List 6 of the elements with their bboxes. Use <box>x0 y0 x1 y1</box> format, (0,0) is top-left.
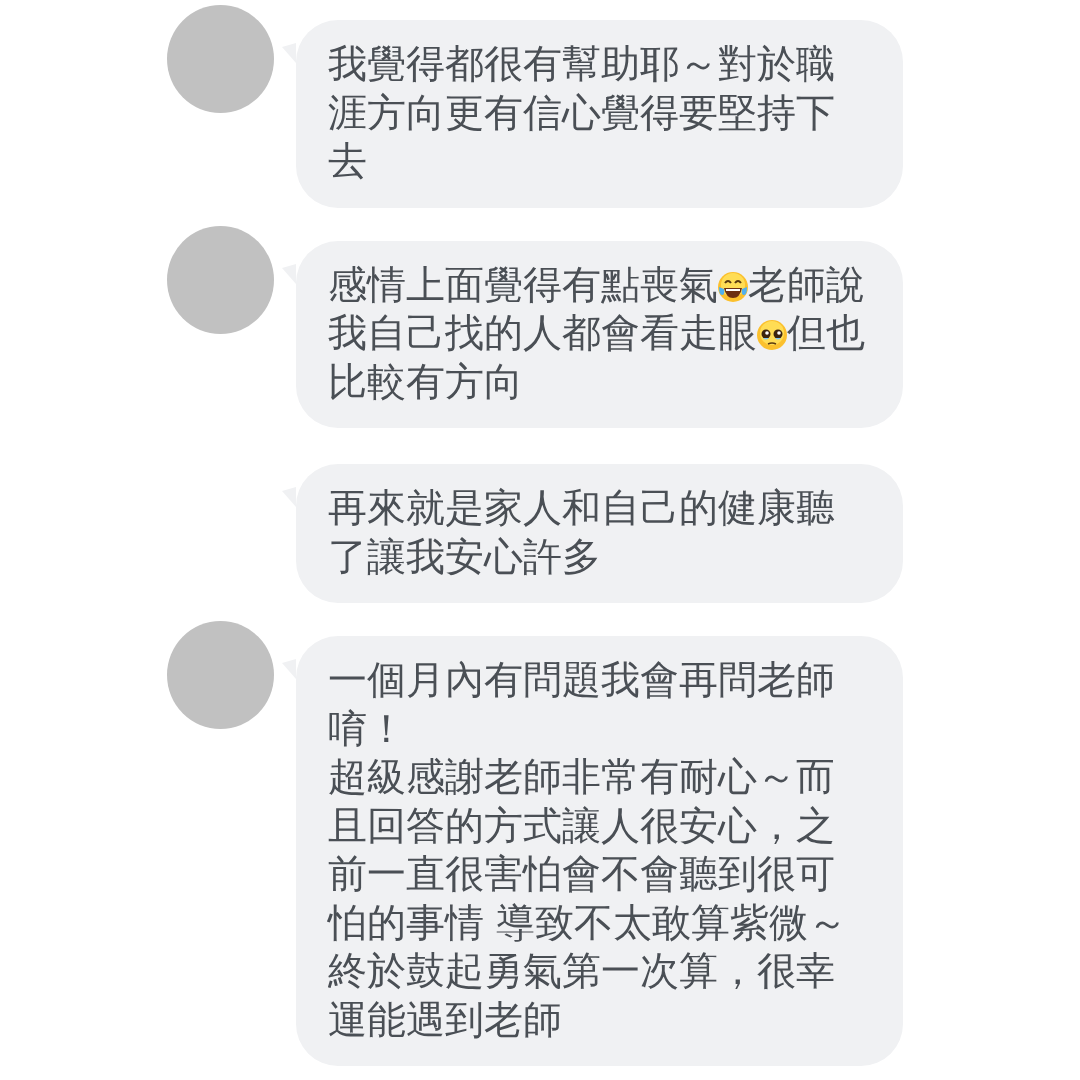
message-text: 再來就是家人和自己的健康聽了讓我安心許多 <box>328 484 836 581</box>
pleading-face-emoji-icon <box>757 320 787 350</box>
message-text: 我覺得都很有幫助耶～對於職涯方向更有信心覺得要堅持下去 <box>328 40 836 185</box>
laughing-tears-emoji-icon <box>718 271 748 302</box>
message-text: 一個月內有問題我會再問老師唷！ 超級感謝老師非常有耐心～而且回答的方式讓人很安心，之前一直很害怕會不會聽到很可怕的事情 導致不太敢算紫微～終於鼓起勇氣第一次算，很幸運能遇到老師 <box>328 656 849 1044</box>
message-text: 感情上面覺得有點喪氣 老師說我自己找的人都會看走眼 但也比較有方向 <box>328 260 866 406</box>
